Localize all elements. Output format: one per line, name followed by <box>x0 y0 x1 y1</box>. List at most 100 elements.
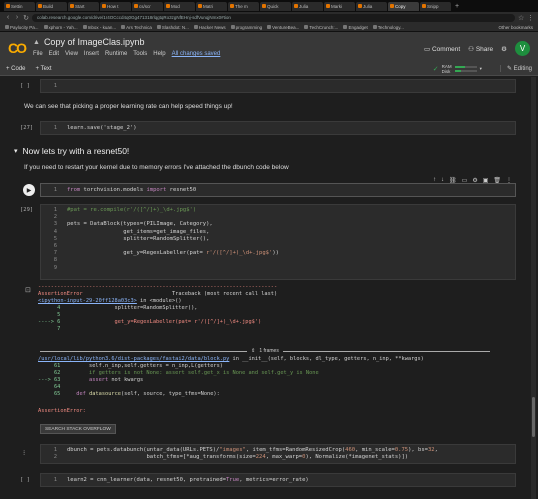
menu-item[interactable]: File <box>33 51 43 57</box>
scrollbar[interactable] <box>531 77 536 499</box>
scrollbar-thumb[interactable] <box>532 397 535 437</box>
bookmark-label: VentureBea... <box>272 24 300 30</box>
bookmark-icon <box>304 25 309 30</box>
browser-tab[interactable]: Marki <box>324 1 355 11</box>
bookmark-label: xphorn - Yah... <box>48 24 78 30</box>
avatar[interactable]: V <box>515 41 530 56</box>
comment-button[interactable]: ▭ Comment <box>424 45 460 53</box>
add-code-button[interactable]: + Code <box>6 66 26 72</box>
url-input[interactable]: colab.research.google.com/drive/1r4OCccd… <box>32 13 515 22</box>
add-text-button[interactable]: + Text <box>36 66 52 72</box>
chevron-down-icon[interactable]: ▾ <box>480 66 482 72</box>
browser-tab[interactable]: How t <box>100 1 131 11</box>
favicon-icon <box>262 4 266 8</box>
bookmark-item[interactable]: VentureBea... <box>267 25 299 30</box>
star-icon[interactable]: ☆ <box>518 14 524 22</box>
chevron-down-icon[interactable]: ▾ <box>14 147 18 155</box>
bookmark-label: Slashdot: N... <box>161 24 189 30</box>
colab-logo[interactable]: CO <box>8 40 27 56</box>
other-bookmarks[interactable]: Other bookmarks <box>498 25 533 30</box>
tab-label: Julia <box>299 3 309 9</box>
browser-tab[interactable]: Snipp <box>420 1 451 11</box>
menu-item[interactable]: Insert <box>84 51 99 57</box>
section-heading[interactable]: ▾ Now lets try with a resnet50! <box>14 146 129 156</box>
browser-tab[interactable]: Start <box>68 1 99 11</box>
browser-tab[interactable]: Settin <box>4 1 35 11</box>
heading-text: Now lets try with a resnet50! <box>22 146 130 156</box>
run-cell-button[interactable]: ▶ <box>23 184 35 196</box>
browser-tab[interactable]: cs/scr <box>132 1 163 11</box>
back-icon[interactable]: ‹ <box>5 14 11 21</box>
browser-tab[interactable]: Quick <box>260 1 291 11</box>
browser-tab[interactable]: The m <box>228 1 259 11</box>
bookmark-icon <box>121 25 126 30</box>
browser-tab[interactable]: Julia <box>292 1 323 11</box>
menu-icon[interactable]: ⋮ <box>527 14 534 22</box>
menu-item[interactable]: Tools <box>133 51 147 57</box>
bookmark-label: Paylocity Pa... <box>10 24 39 30</box>
disk-bar-fill <box>454 69 462 72</box>
code-cell[interactable]: 1 dbunch = pets.databunch(untar_data(URLs… <box>40 444 516 464</box>
menu-item[interactable]: Runtime <box>105 51 127 57</box>
bookmark-item[interactable]: Paylocity Pa... <box>5 25 39 30</box>
bookmark-item[interactable]: programming <box>230 25 262 30</box>
bookmark-icon <box>193 25 198 30</box>
code-cell[interactable]: 1 #pat = re.compile(r'/([^/]+)_\d+.jpg$')… <box>40 204 516 280</box>
code-block: 1 dbunch = pets.databunch(untar_data(URLs… <box>53 447 438 461</box>
search-stack-overflow-button[interactable]: SEARCH STACK OVERFLOW <box>40 424 116 434</box>
code-cell[interactable]: 1 learn.save('stage_2') <box>40 121 516 135</box>
code-line: 1 learn.save('stage_2') <box>41 122 515 132</box>
bookmark-item[interactable]: Technology... <box>372 25 404 30</box>
ram-bar <box>454 65 477 68</box>
code-cell[interactable]: 1 learn2 = cnn_learner(data, resnet50, pr… <box>40 473 516 487</box>
bookmark-item[interactable]: Hacker News <box>193 24 226 30</box>
output-icon[interactable]: ⊡ <box>25 286 31 294</box>
bookmark-icon <box>230 25 235 30</box>
editing-label: Editing <box>513 66 532 72</box>
bookmark-item[interactable]: Inbox - kuan... <box>82 25 116 30</box>
bookmark-icon <box>5 25 9 30</box>
check-icon: ✓ <box>432 65 439 73</box>
share-button[interactable]: ⚇ Share <box>468 45 493 53</box>
notebook-title[interactable]: Copy of ImageClas.ipynb <box>44 37 145 47</box>
markdown-text: We can see that picking a proper learnin… <box>24 103 233 110</box>
menu-item[interactable]: Edit <box>49 51 59 57</box>
frames-divider[interactable]: ⇕ 1 frames <box>40 348 490 354</box>
resources-indicator[interactable]: ✓ RAM Disk ▾ <box>433 64 482 74</box>
favicon-icon <box>70 4 74 8</box>
ram-bar-fill <box>454 65 465 68</box>
forward-icon[interactable]: › <box>14 14 20 21</box>
editing-mode[interactable]: ✎ Editing <box>499 65 532 72</box>
menu-item[interactable]: View <box>65 51 78 57</box>
code-line: 1 from torchvision.models import resnet50 <box>41 184 515 194</box>
bookmark-item[interactable]: TechCrunch:... <box>304 25 338 30</box>
frames-label: 1 frames <box>259 348 279 354</box>
bookmark-item[interactable]: Ars Technica <box>121 25 152 30</box>
code-cell[interactable]: 1 from torchvision.models import resnet50 <box>40 183 516 197</box>
favicon-icon <box>422 4 426 8</box>
favicon-icon <box>198 4 202 8</box>
bookmark-item[interactable]: Engadget <box>343 25 368 30</box>
save-status[interactable]: All changes saved <box>172 51 221 57</box>
browser-tab[interactable]: Build <box>36 1 67 11</box>
bookmark-label: Hacker News <box>198 24 226 30</box>
favicon-icon <box>230 4 234 8</box>
favicon-icon <box>326 4 330 8</box>
new-tab-icon[interactable]: + <box>455 3 459 10</box>
reload-icon[interactable]: ↻ <box>23 14 29 22</box>
favicon-icon <box>390 4 394 8</box>
gear-icon[interactable]: ⚙ <box>501 45 507 53</box>
resource-labels: RAM Disk <box>442 64 452 74</box>
browser-tab[interactable]: Julia <box>356 1 387 11</box>
code-cell[interactable]: 1 <box>40 79 516 93</box>
browser-tab[interactable]: Copy <box>388 1 419 11</box>
notebook-title-row: ▲ Copy of ImageClas.ipynb <box>33 37 145 47</box>
bookmark-item[interactable]: Slashdot: N... <box>156 24 189 30</box>
favicon-icon <box>166 4 170 8</box>
bookmark-item[interactable]: xphorn - Yah... <box>43 24 78 30</box>
code-line: 1 <box>41 80 515 90</box>
menu-item[interactable]: Help <box>153 51 165 57</box>
tab-label: Marki <box>331 3 342 9</box>
browser-tab[interactable]: Matri <box>196 1 227 11</box>
browser-tab[interactable]: Mod <box>164 1 195 11</box>
